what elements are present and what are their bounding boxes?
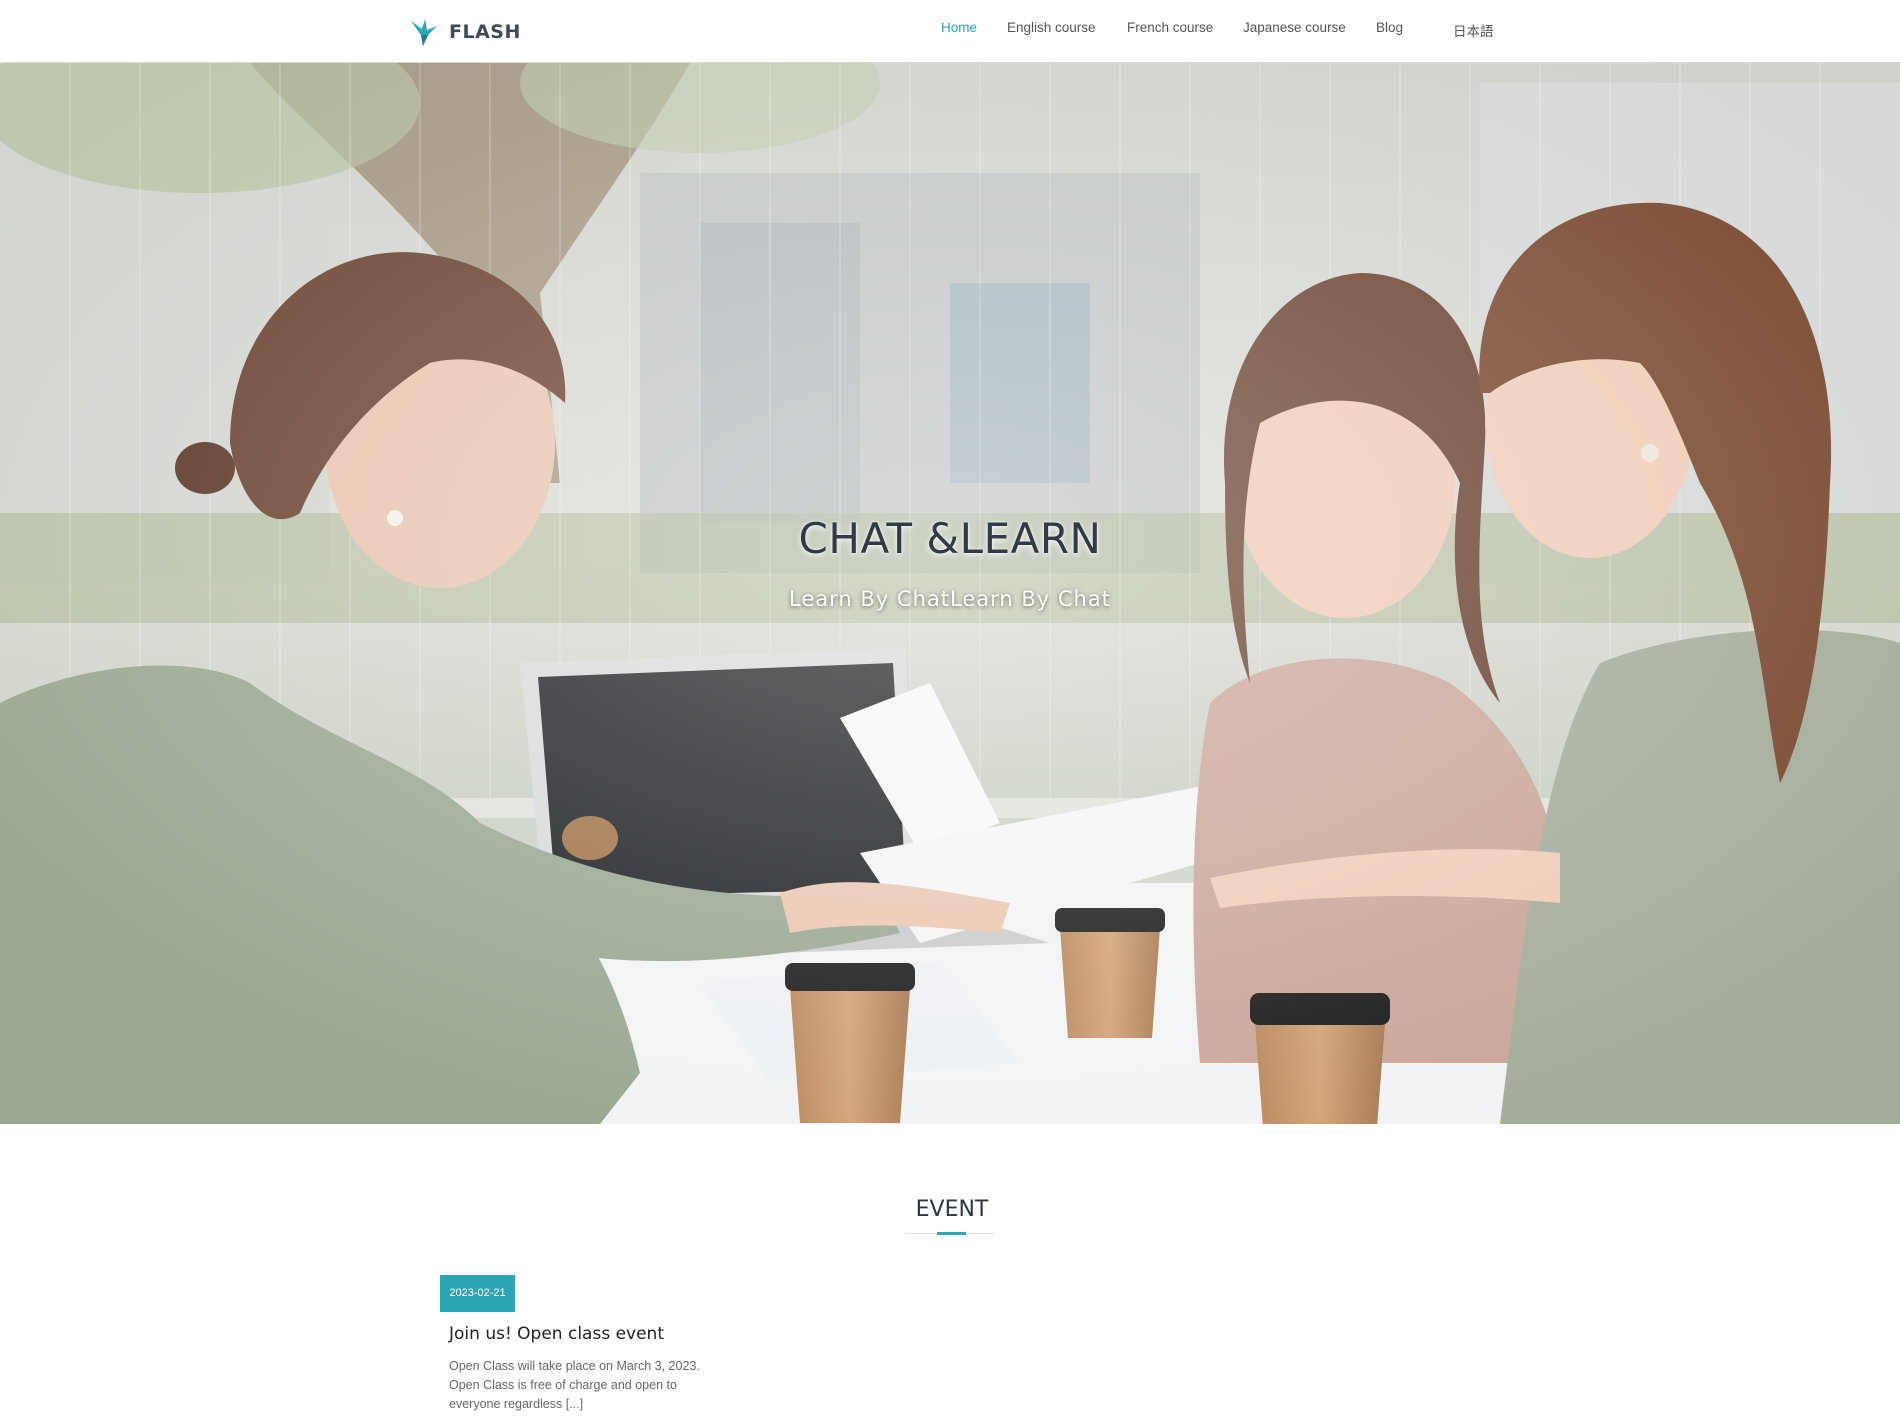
event-date-badge: 2023-02-21 bbox=[440, 1275, 515, 1312]
nav-blog[interactable]: Blog bbox=[1376, 20, 1403, 35]
hero-subtitle: Learn By ChatLearn By Chat bbox=[789, 587, 1111, 611]
hummingbird-icon bbox=[411, 19, 437, 46]
excerpt-line: Open Class is free of charge and open to bbox=[449, 1378, 677, 1392]
event-post-excerpt: Open Class will take place on March 3, 2… bbox=[449, 1357, 749, 1414]
nav-home[interactable]: Home bbox=[941, 20, 977, 35]
section-divider-accent bbox=[937, 1232, 966, 1235]
brand-name: FLASH bbox=[449, 21, 521, 43]
site-header: FLASH Home English course French course … bbox=[0, 0, 1900, 63]
nav-english-course[interactable]: English course bbox=[1007, 20, 1096, 35]
event-post-title[interactable]: Join us! Open class event bbox=[449, 1324, 664, 1344]
brand-logo[interactable]: FLASH bbox=[410, 14, 521, 50]
excerpt-line: everyone regardless [...] bbox=[449, 1397, 584, 1411]
nav-french-course[interactable]: French course bbox=[1127, 20, 1213, 35]
nav-language-switch[interactable]: 日本語 bbox=[1453, 20, 1494, 40]
hero-title: CHAT &LEARN bbox=[798, 514, 1102, 563]
nav-japanese-course[interactable]: Japanese course bbox=[1243, 20, 1346, 35]
excerpt-line: Open Class will take place on March 3, 2… bbox=[449, 1359, 700, 1373]
hero-banner: CHAT &LEARN Learn By ChatLearn By Chat bbox=[0, 63, 1900, 1124]
event-section-title: EVENT bbox=[915, 1197, 989, 1222]
